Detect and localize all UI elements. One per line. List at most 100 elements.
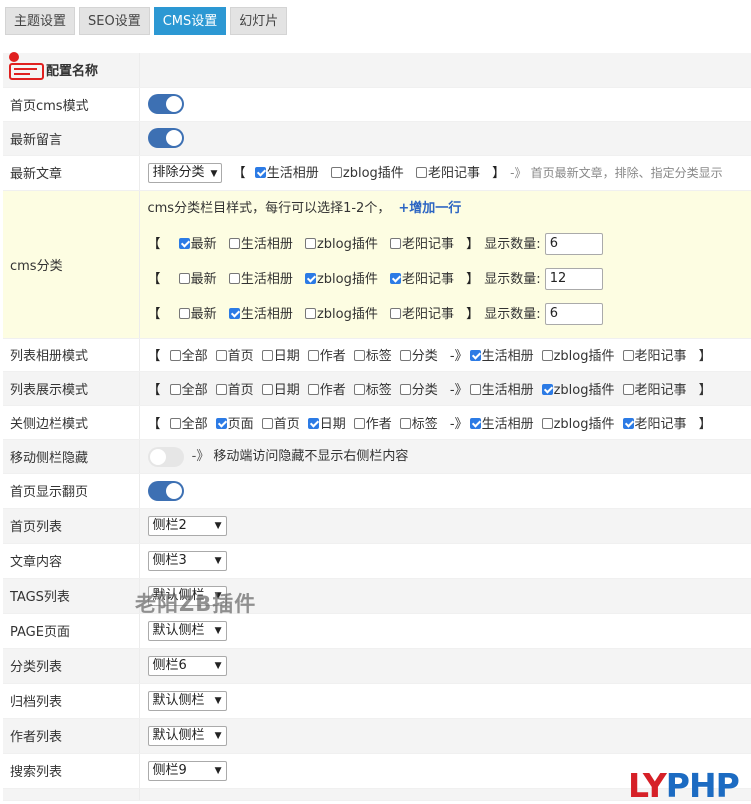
author-list-select[interactable]: 默认侧栏 ▼ bbox=[147, 725, 227, 746]
row-label: 列表相册模式 bbox=[3, 338, 139, 372]
add-row-button[interactable]: +增加一行 bbox=[398, 201, 461, 216]
row-latest-comments: 最新留言 bbox=[3, 121, 751, 156]
checkbox[interactable] bbox=[469, 350, 481, 361]
checkbox[interactable] bbox=[353, 350, 365, 361]
checkbox[interactable] bbox=[469, 383, 481, 395]
checkbox[interactable] bbox=[622, 383, 634, 395]
home-list-select[interactable]: 侧栏2 ▼ bbox=[147, 515, 227, 536]
row-home-cms: 首页cms模式 bbox=[3, 87, 751, 122]
tab-cms-settings[interactable]: CMS设置 bbox=[153, 7, 227, 35]
chevron-down-icon: ▼ bbox=[214, 555, 222, 566]
checkbox[interactable] bbox=[353, 383, 365, 395]
row-home-paging: 首页显示翻页 bbox=[3, 473, 751, 509]
mobile-sidebar-toggle[interactable] bbox=[147, 446, 184, 467]
chevron-down-icon: ▼ bbox=[210, 169, 218, 180]
checkbox[interactable] bbox=[261, 350, 273, 361]
archive-list-select[interactable]: 默认侧栏 ▼ bbox=[147, 690, 227, 711]
row-close-sidebar: 关侧边栏模式 【 全部 页面 首页 日期 作者 标签 -》 生活相册 zblog插件 老阳记事 … bbox=[3, 405, 751, 440]
article-select[interactable]: 侧栏3 ▼ bbox=[147, 550, 227, 571]
checkbox[interactable] bbox=[390, 307, 402, 319]
checkbox[interactable] bbox=[541, 417, 553, 429]
checkbox[interactable] bbox=[215, 350, 227, 361]
count-input[interactable]: 6 bbox=[544, 233, 603, 255]
checkbox[interactable] bbox=[353, 417, 365, 429]
row-author-list: 作者列表 默认侧栏 ▼ bbox=[3, 718, 751, 754]
count-input[interactable]: 6 bbox=[544, 303, 603, 325]
checkbox[interactable] bbox=[330, 166, 342, 178]
checkbox[interactable] bbox=[169, 417, 181, 429]
home-paging-toggle[interactable] bbox=[147, 480, 184, 501]
home-cms-toggle[interactable] bbox=[147, 94, 184, 114]
checkbox[interactable] bbox=[622, 417, 634, 429]
checkbox[interactable] bbox=[228, 307, 240, 319]
chevron-down-icon: ▼ bbox=[214, 625, 222, 636]
checkbox[interactable] bbox=[399, 350, 411, 361]
checkbox[interactable] bbox=[622, 350, 634, 361]
chevron-down-icon: ▼ bbox=[214, 520, 222, 531]
checkbox[interactable] bbox=[178, 272, 190, 284]
checkbox[interactable] bbox=[469, 417, 481, 429]
checkbox[interactable] bbox=[541, 383, 553, 395]
checkbox[interactable] bbox=[304, 307, 316, 319]
row-label: 移动侧栏隐藏 bbox=[3, 439, 139, 474]
row-tags-list: TAGS列表 默认侧栏 ▼ bbox=[3, 578, 751, 614]
checkbox[interactable] bbox=[307, 383, 319, 395]
row-label: 归档列表 bbox=[3, 683, 139, 719]
search-list-select[interactable]: 侧栏9 ▼ bbox=[147, 760, 227, 781]
tab-seo-settings[interactable]: SEO设置 bbox=[79, 7, 150, 35]
checkbox[interactable] bbox=[169, 383, 181, 395]
checkbox[interactable] bbox=[541, 350, 553, 361]
checkbox[interactable] bbox=[390, 272, 402, 284]
checkbox[interactable] bbox=[399, 417, 411, 429]
latest-posts-option[interactable]: 生活相册 bbox=[254, 166, 319, 181]
latest-posts-option[interactable]: 老阳记事 bbox=[415, 166, 480, 181]
chevron-down-icon: ▼ bbox=[214, 695, 222, 706]
chevron-down-icon: ▼ bbox=[214, 660, 222, 671]
row-label: 关侧边栏模式 bbox=[3, 405, 139, 440]
tab-bar: 主题设置 SEO设置 CMS设置 幻灯片 bbox=[5, 7, 291, 35]
checkbox[interactable] bbox=[228, 272, 240, 284]
row-label: 首页列表 bbox=[3, 508, 139, 544]
chevron-down-icon: ▼ bbox=[214, 730, 222, 741]
latest-posts-hint: 首页最新文章，排除、指定分类显示 bbox=[530, 165, 723, 180]
row-label: 分类列表 bbox=[3, 648, 139, 684]
row-latest-posts: 最新文章 排除分类 ▼ 【 生活相册 zblog插件 老阳记事 】 -》 首页最新文… bbox=[3, 155, 751, 191]
checkbox[interactable] bbox=[178, 237, 190, 249]
row-list-album: 列表相册模式 【 全部 首页 日期 作者 标签 分类 -》 生活相册 zblog插件 老阳记事 … bbox=[3, 338, 751, 372]
checkbox[interactable] bbox=[228, 237, 240, 249]
checkbox[interactable] bbox=[307, 417, 319, 429]
watermark-text: 老阳ZB插件 bbox=[135, 592, 257, 616]
checkbox[interactable] bbox=[215, 417, 227, 429]
checkbox[interactable] bbox=[261, 383, 273, 395]
row-label: cms分类 bbox=[3, 190, 139, 339]
config-table: 配置名称 首页cms模式 最新留言 最新文章 排除分类 ▼ 【 生活相册 zblo… bbox=[3, 52, 751, 801]
tab-slideshow[interactable]: 幻灯片 bbox=[230, 7, 288, 35]
mobile-sidebar-hint: 移动端访问隐藏不显示右侧栏内容 bbox=[213, 449, 409, 465]
arrow-text: -》 bbox=[510, 165, 527, 180]
checkbox[interactable] bbox=[307, 350, 319, 361]
row-page: PAGE页面 默认侧栏 ▼ bbox=[3, 613, 751, 649]
checkbox[interactable] bbox=[415, 166, 427, 178]
checkbox[interactable] bbox=[254, 166, 266, 178]
checkbox[interactable] bbox=[390, 237, 402, 249]
row-list-display: 列表展示模式 【 全部 首页 日期 作者 标签 分类 -》 生活相册 zblog插件 老阳记事 … bbox=[3, 371, 751, 406]
row-label: 文章内容 bbox=[3, 543, 139, 579]
checkbox[interactable] bbox=[304, 272, 316, 284]
brand-logo: LYPHP bbox=[628, 766, 740, 804]
tab-theme-settings[interactable]: 主题设置 bbox=[5, 7, 76, 35]
page-select[interactable]: 默认侧栏 ▼ bbox=[147, 620, 227, 641]
cms-line-1: 【 最新 生活相册 zblog插件 老阳记事 】显示数量: 6 bbox=[148, 227, 751, 262]
category-list-select[interactable]: 侧栏6 ▼ bbox=[147, 655, 227, 676]
row-article: 文章内容 侧栏3 ▼ bbox=[3, 543, 751, 579]
latest-posts-option[interactable]: zblog插件 bbox=[330, 166, 404, 181]
checkbox[interactable] bbox=[261, 417, 273, 429]
checkbox[interactable] bbox=[169, 350, 181, 361]
latest-comments-toggle[interactable] bbox=[147, 128, 184, 148]
checkbox[interactable] bbox=[304, 237, 316, 249]
row-label: 最新留言 bbox=[3, 121, 139, 156]
checkbox[interactable] bbox=[215, 383, 227, 395]
checkbox[interactable] bbox=[399, 383, 411, 395]
checkbox[interactable] bbox=[178, 307, 190, 319]
latest-posts-select[interactable]: 排除分类 ▼ bbox=[147, 163, 223, 184]
count-input[interactable]: 12 bbox=[544, 268, 603, 290]
